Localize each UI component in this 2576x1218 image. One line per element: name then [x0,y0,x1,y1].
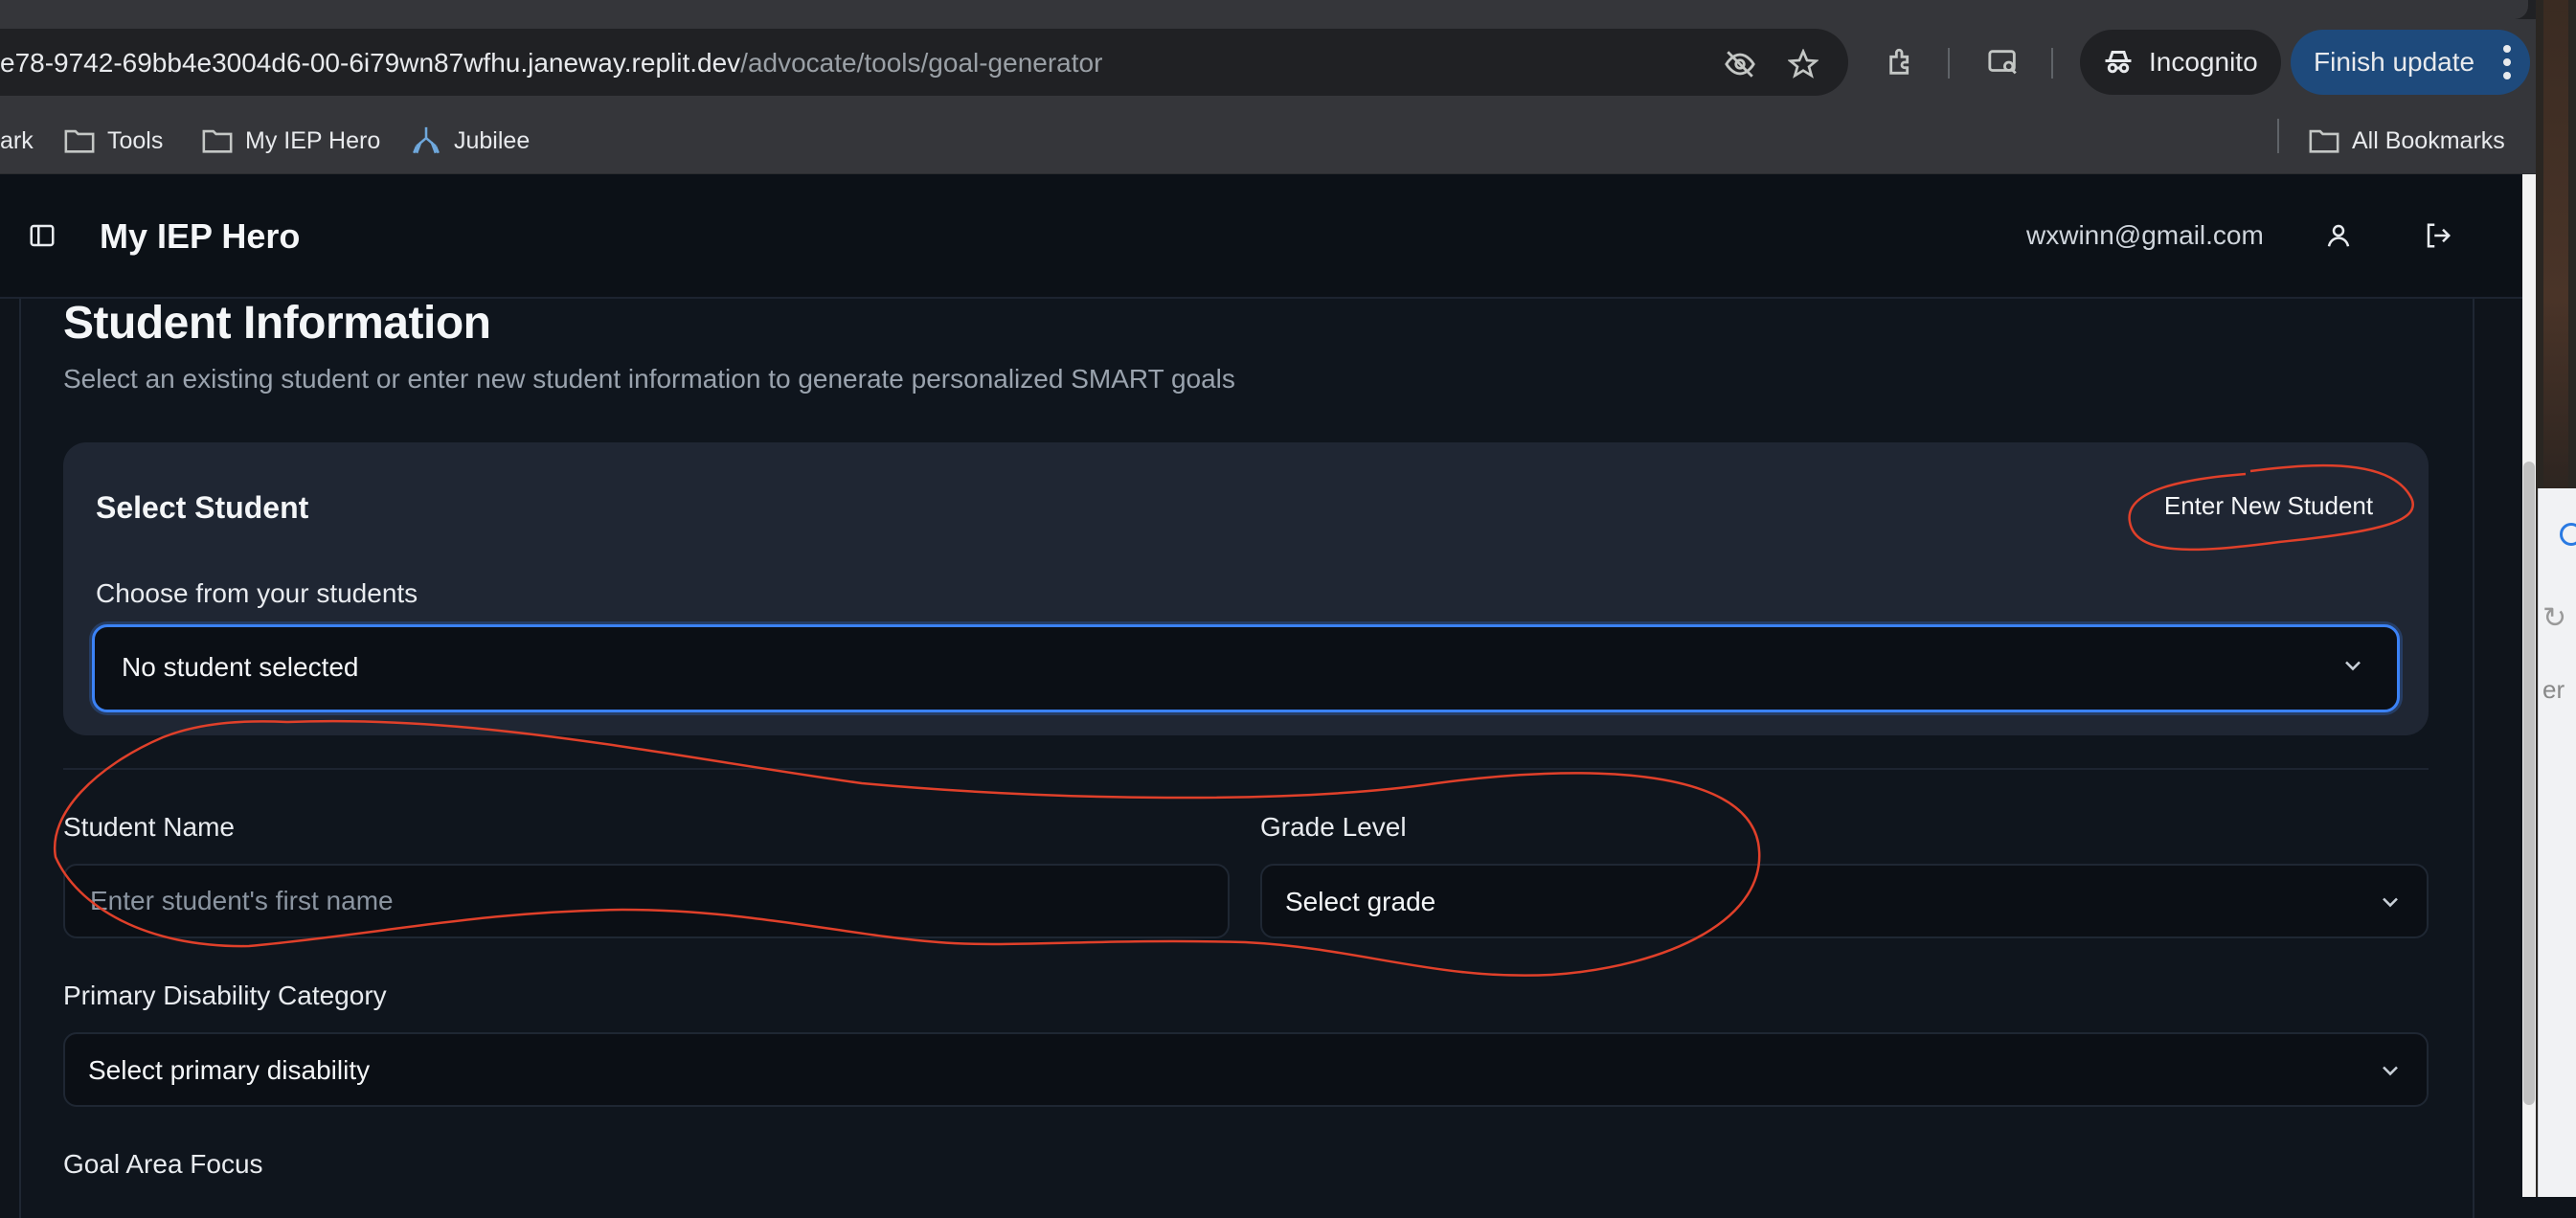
more-menu-icon[interactable] [2501,41,2513,88]
chevron-down-icon [2345,661,2361,671]
folder-icon [202,129,233,153]
incognito-label: Incognito [2149,47,2258,77]
finish-update-button[interactable]: Finish update [2291,30,2530,95]
tab-strip [0,0,2536,19]
bookmarks-separator [2277,119,2279,153]
url-host: e78-9742-69bb4e3004d6-00-6i79wn87wfhu.ja… [0,48,741,78]
browser-toolbar: e78-9742-69bb4e3004d6-00-6i79wn87wfhu.ja… [0,19,2536,110]
background-window-text: er [2542,675,2565,704]
disability-select[interactable]: Select primary disability [63,1032,2429,1107]
bookmark-item-my-iep-hero[interactable]: My IEP Hero [201,122,380,160]
active-tab[interactable] [0,0,2528,19]
choose-student-label: Choose from your students [96,578,418,608]
disability-value: Select primary disability [88,1055,371,1085]
bookmark-label: Jubilee [454,126,531,154]
student-name-field[interactable] [63,864,1230,938]
bookmark-label: My IEP Hero [245,126,381,154]
chevron-down-icon [2383,897,2398,908]
enter-new-student-button[interactable]: Enter New Student [2135,469,2402,542]
student-select-dropdown[interactable]: No student selected [92,624,2400,712]
star-icon[interactable] [1787,48,1819,80]
all-bookmarks-label: All Bookmarks [2352,126,2505,154]
bookmark-label: ark [0,126,34,154]
toolbar-separator [2051,48,2053,79]
user-email: wxwinn@gmail.com [2026,220,2264,250]
all-bookmarks[interactable]: All Bookmarks [2308,122,2505,160]
app-header: My IEP Hero wxwinn@gmail.com [0,174,2522,299]
sidebar-toggle-icon[interactable] [23,216,61,255]
page-title: Student Information [63,298,491,349]
goal-area-label: Goal Area Focus [63,1149,263,1179]
bookmarks-bar: ark Tools My IEP Hero Jubilee All Bookma… [0,110,2536,175]
grade-level-value: Select grade [1285,887,1436,916]
incognito-indicator[interactable]: Incognito [2080,30,2281,95]
bookmark-item-ark[interactable]: ark [0,122,34,160]
jubilee-icon [413,126,440,154]
page-scrollbar-thumb[interactable] [2523,462,2535,1105]
bookmark-item-tools[interactable]: Tools [63,122,163,160]
chevron-down-icon [2383,1066,2398,1076]
toolbar-separator [1948,48,1950,79]
logout-icon[interactable] [2419,216,2457,255]
background-window: ↻ er [2538,488,2576,1197]
folder-icon [2309,129,2339,153]
eye-off-icon[interactable] [1724,48,1756,80]
app-title[interactable]: My IEP Hero [100,216,300,257]
student-name-label: Student Name [63,812,235,842]
bookmark-label: Tools [107,126,164,154]
finish-update-label: Finish update [2314,47,2475,77]
page-description: Select an existing student or enter new … [63,364,1235,394]
incognito-icon [2101,45,2135,84]
disability-label: Primary Disability Category [63,981,387,1010]
address-bar[interactable]: e78-9742-69bb4e3004d6-00-6i79wn87wfhu.ja… [0,29,1848,96]
extensions-icon[interactable] [1883,43,1921,81]
student-select-value: No student selected [122,652,359,682]
url-text[interactable]: e78-9742-69bb4e3004d6-00-6i79wn87wfhu.ja… [0,48,1102,79]
grade-level-select[interactable]: Select grade [1260,864,2429,938]
background-app-icon [2560,523,2576,546]
section-divider [63,768,2429,770]
url-path: /advocate/tools/goal-generator [740,48,1103,78]
student-name-input[interactable] [88,885,1139,917]
grade-level-label: Grade Level [1260,812,1407,842]
user-profile-icon[interactable] [2319,216,2358,255]
select-student-title: Select Student [96,490,309,525]
tab-search-icon[interactable] [1984,43,2022,81]
folder-icon [64,129,95,153]
desktop-wallpaper-detail [2543,0,2568,498]
bookmark-item-jubilee[interactable]: Jubilee [410,122,530,160]
reload-icon: ↻ [2542,602,2567,634]
